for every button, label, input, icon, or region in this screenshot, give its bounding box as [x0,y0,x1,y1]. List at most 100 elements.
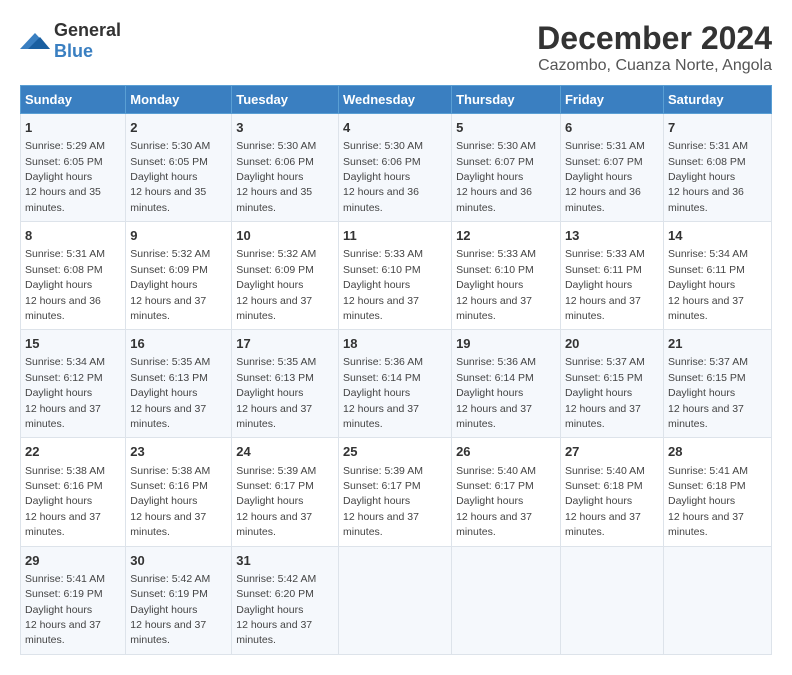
sunrise-info: Sunrise: 5:30 AM [130,140,210,152]
daylight-label: Daylight hours [668,171,735,183]
sunrise-info: Sunrise: 5:32 AM [130,248,210,260]
sunrise-info: Sunrise: 5:40 AM [565,465,645,477]
day-number: 1 [25,119,121,137]
calendar-cell: 21Sunrise: 5:37 AMSunset: 6:15 PMDayligh… [663,330,771,438]
sunrise-info: Sunrise: 5:31 AM [668,140,748,152]
calendar-cell [339,546,452,654]
sunset-info: Sunset: 6:05 PM [130,156,208,168]
page-header: General Blue December 2024 Cazombo, Cuan… [20,20,772,75]
calendar-week-row: 8Sunrise: 5:31 AMSunset: 6:08 PMDaylight… [21,222,772,330]
sunrise-info: Sunrise: 5:36 AM [456,356,536,368]
daylight-label: Daylight hours [130,387,197,399]
daylight-value: 12 hours and 37 minutes. [343,403,419,430]
sunset-info: Sunset: 6:16 PM [25,480,103,492]
daylight-label: Daylight hours [236,279,303,291]
sunset-info: Sunset: 6:06 PM [236,156,314,168]
logo-icon [20,29,50,53]
calendar-cell [663,546,771,654]
daylight-value: 12 hours and 36 minutes. [668,186,744,213]
sunset-info: Sunset: 6:12 PM [25,372,103,384]
daylight-value: 12 hours and 37 minutes. [236,295,312,322]
daylight-label: Daylight hours [456,495,523,507]
daylight-value: 12 hours and 37 minutes. [343,295,419,322]
sunrise-info: Sunrise: 5:42 AM [236,573,316,585]
daylight-label: Daylight hours [236,387,303,399]
sunset-info: Sunset: 6:19 PM [25,588,103,600]
sunset-info: Sunset: 6:07 PM [456,156,534,168]
sunset-info: Sunset: 6:17 PM [236,480,314,492]
day-number: 12 [456,227,556,245]
logo-general: General [54,20,121,40]
title-section: December 2024 Cazombo, Cuanza Norte, Ang… [537,20,772,75]
header-thursday: Thursday [452,86,561,114]
daylight-label: Daylight hours [456,387,523,399]
sunset-info: Sunset: 6:09 PM [130,264,208,276]
calendar-cell: 19Sunrise: 5:36 AMSunset: 6:14 PMDayligh… [452,330,561,438]
calendar-week-row: 1 Sunrise: 5:29 AM Sunset: 6:05 PM Daylight… [21,114,772,222]
day-number: 15 [25,335,121,353]
sunrise-info: Sunrise: 5:42 AM [130,573,210,585]
sunrise-info: Sunrise: 5:30 AM [456,140,536,152]
logo-text: General Blue [54,20,121,62]
calendar-cell: 31Sunrise: 5:42 AMSunset: 6:20 PMDayligh… [232,546,339,654]
daylight-value: 12 hours and 37 minutes. [130,511,206,538]
calendar-cell: 8Sunrise: 5:31 AMSunset: 6:08 PMDaylight… [21,222,126,330]
daylight-value: 12 hours and 37 minutes. [25,403,101,430]
calendar-cell: 15Sunrise: 5:34 AMSunset: 6:12 PMDayligh… [21,330,126,438]
daylight-value: 12 hours and 37 minutes. [236,619,312,646]
sunrise-info: Sunrise: 5:30 AM [343,140,423,152]
daylight-label: Daylight hours [565,387,632,399]
sunrise-info: Sunrise: 5:37 AM [565,356,645,368]
day-number: 31 [236,552,334,570]
logo: General Blue [20,20,121,62]
daylight-label: Daylight hours [565,279,632,291]
header-wednesday: Wednesday [339,86,452,114]
sunrise-info: Sunrise: 5:33 AM [565,248,645,260]
calendar-cell [452,546,561,654]
sunrise-info: Sunrise: 5:34 AM [668,248,748,260]
sunrise-info: Sunrise: 5:30 AM [236,140,316,152]
calendar-cell: 5Sunrise: 5:30 AMSunset: 6:07 PMDaylight… [452,114,561,222]
daylight-value: 12 hours and 36 minutes. [456,186,532,213]
sunset-info: Sunset: 6:14 PM [343,372,421,384]
daylight-value: 12 hours and 37 minutes. [668,511,744,538]
sunrise-info: Sunrise: 5:41 AM [668,465,748,477]
header-saturday: Saturday [663,86,771,114]
calendar-cell: 12Sunrise: 5:33 AMSunset: 6:10 PMDayligh… [452,222,561,330]
daylight-value: 12 hours and 37 minutes. [668,403,744,430]
sunrise-info: Sunrise: 5:40 AM [456,465,536,477]
daylight-label: Daylight hours [565,495,632,507]
calendar-cell: 28Sunrise: 5:41 AMSunset: 6:18 PMDayligh… [663,438,771,546]
daylight-label: Daylight hours [236,604,303,616]
calendar-week-row: 29Sunrise: 5:41 AMSunset: 6:19 PMDayligh… [21,546,772,654]
daylight-value: 12 hours and 37 minutes. [456,403,532,430]
sunset-info: Sunset: 6:09 PM [236,264,314,276]
daylight-label: Daylight hours [236,495,303,507]
calendar-cell: 26Sunrise: 5:40 AMSunset: 6:17 PMDayligh… [452,438,561,546]
day-number: 6 [565,119,659,137]
calendar-cell: 30Sunrise: 5:42 AMSunset: 6:19 PMDayligh… [126,546,232,654]
daylight-label: Daylight hours [130,604,197,616]
daylight-value: 12 hours and 37 minutes. [25,619,101,646]
page-title: December 2024 [537,20,772,57]
calendar-header-row: SundayMondayTuesdayWednesdayThursdayFrid… [21,86,772,114]
sunset-info: Sunset: 6:07 PM [565,156,643,168]
daylight-value: 12 hours and 35 minutes. [25,186,101,213]
day-number: 29 [25,552,121,570]
daylight-value: 12 hours and 37 minutes. [456,295,532,322]
calendar-cell: 1Sunrise: 5:29 AMSunset: 6:05 PMDaylight… [21,114,126,222]
day-number: 23 [130,443,227,461]
daylight-label: Daylight hours [456,171,523,183]
calendar-week-row: 22Sunrise: 5:38 AMSunset: 6:16 PMDayligh… [21,438,772,546]
calendar-cell: 10Sunrise: 5:32 AMSunset: 6:09 PMDayligh… [232,222,339,330]
day-number: 17 [236,335,334,353]
daylight-value: 12 hours and 36 minutes. [343,186,419,213]
sunrise-info: Sunrise: 5:35 AM [130,356,210,368]
sunrise-info: Sunrise: 5:34 AM [25,356,105,368]
daylight-value: 12 hours and 36 minutes. [25,295,101,322]
sunset-info: Sunset: 6:06 PM [343,156,421,168]
calendar-cell [560,546,663,654]
sunrise-info: Sunrise: 5:29 AM [25,140,105,152]
daylight-label: Daylight hours [343,387,410,399]
sunset-info: Sunset: 6:15 PM [565,372,643,384]
